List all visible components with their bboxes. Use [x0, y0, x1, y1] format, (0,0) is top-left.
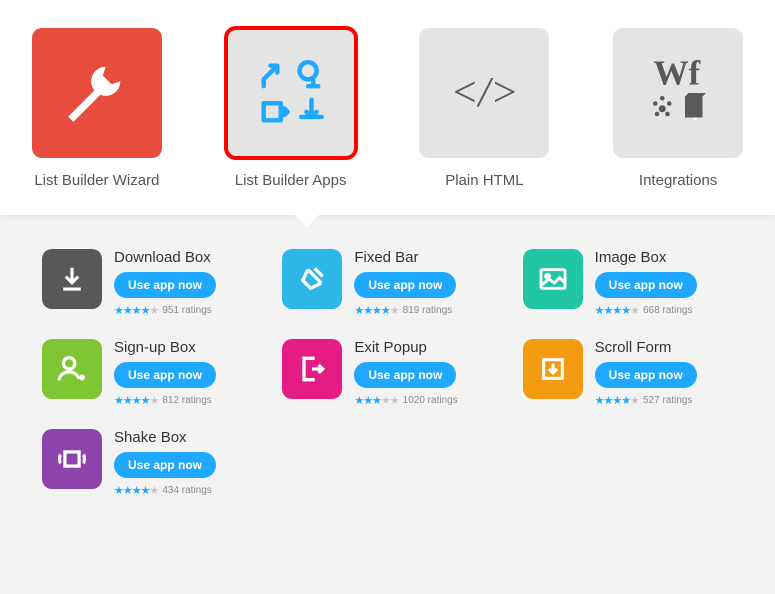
app-image-box: Image Box Use app now ★★★★★ 668 ratings	[523, 249, 733, 317]
app-fixed-bar: Fixed Bar Use app now ★★★★★ 819 ratings	[282, 249, 492, 317]
html-icon: </>	[419, 28, 549, 158]
use-app-button[interactable]: Use app now	[114, 362, 216, 388]
stars-icon: ★★★★★	[114, 304, 158, 317]
pin-icon	[282, 249, 342, 309]
download-icon	[42, 249, 102, 309]
stars-icon: ★★★★★	[354, 394, 398, 407]
app-name: Scroll Form	[595, 339, 697, 356]
app-shake-box: Shake Box Use app now ★★★★★ 434 ratings	[42, 429, 254, 497]
tab-label: Plain HTML	[445, 172, 523, 189]
tab-integrations[interactable]: W f Integrations	[598, 28, 758, 189]
integrations-icon: W f	[613, 28, 743, 158]
rating: ★★★★★ 812 ratings	[114, 394, 216, 407]
tab-list-builder-wizard[interactable]: List Builder Wizard	[17, 28, 177, 189]
selected-tab-pointer	[295, 215, 319, 227]
svg-text:f: f	[689, 53, 701, 92]
rating: ★★★★★ 1020 ratings	[354, 394, 457, 407]
use-app-button[interactable]: Use app now	[354, 272, 456, 298]
tab-list-builder-apps[interactable]: List Builder Apps	[211, 28, 371, 189]
rating: ★★★★★ 434 ratings	[114, 484, 216, 497]
app-name: Image Box	[595, 249, 697, 266]
use-app-button[interactable]: Use app now	[114, 272, 216, 298]
apps-icon	[226, 28, 356, 158]
svg-text:W: W	[654, 53, 689, 92]
exit-icon	[282, 339, 342, 399]
app-name: Fixed Bar	[354, 249, 456, 266]
use-app-button[interactable]: Use app now	[595, 362, 697, 388]
rating: ★★★★★ 527 ratings	[595, 394, 697, 407]
app-scroll-form: Scroll Form Use app now ★★★★★ 527 rating…	[523, 339, 733, 407]
app-name: Download Box	[114, 249, 216, 266]
stars-icon: ★★★★★	[114, 484, 158, 497]
apps-grid: Download Box Use app now ★★★★★ 951 ratin…	[0, 215, 775, 529]
rating: ★★★★★ 819 ratings	[354, 304, 456, 317]
shake-icon	[42, 429, 102, 489]
use-app-button[interactable]: Use app now	[354, 362, 456, 388]
stars-icon: ★★★★★	[595, 304, 639, 317]
wizard-icon	[32, 28, 162, 158]
tab-plain-html[interactable]: </> Plain HTML	[404, 28, 564, 189]
use-app-button[interactable]: Use app now	[114, 452, 216, 478]
stars-icon: ★★★★★	[595, 394, 639, 407]
tabs-container: List Builder Wizard List Builder Apps </…	[0, 0, 775, 215]
user-add-icon	[42, 339, 102, 399]
tab-label: List Builder Wizard	[34, 172, 159, 189]
app-name: Exit Popup	[354, 339, 457, 356]
app-exit-popup: Exit Popup Use app now ★★★★★ 1020 rating…	[282, 339, 492, 407]
stars-icon: ★★★★★	[354, 304, 398, 317]
app-signup-box: Sign-up Box Use app now ★★★★★ 812 rating…	[42, 339, 252, 407]
tab-label: List Builder Apps	[235, 172, 347, 189]
scroll-down-icon	[523, 339, 583, 399]
use-app-button[interactable]: Use app now	[595, 272, 697, 298]
tab-label: Integrations	[639, 172, 717, 189]
app-download-box: Download Box Use app now ★★★★★ 951 ratin…	[42, 249, 252, 317]
rating: ★★★★★ 668 ratings	[595, 304, 697, 317]
image-icon	[523, 249, 583, 309]
stars-icon: ★★★★★	[114, 394, 158, 407]
app-name: Sign-up Box	[114, 339, 216, 356]
app-name: Shake Box	[114, 429, 216, 446]
rating: ★★★★★ 951 ratings	[114, 304, 216, 317]
